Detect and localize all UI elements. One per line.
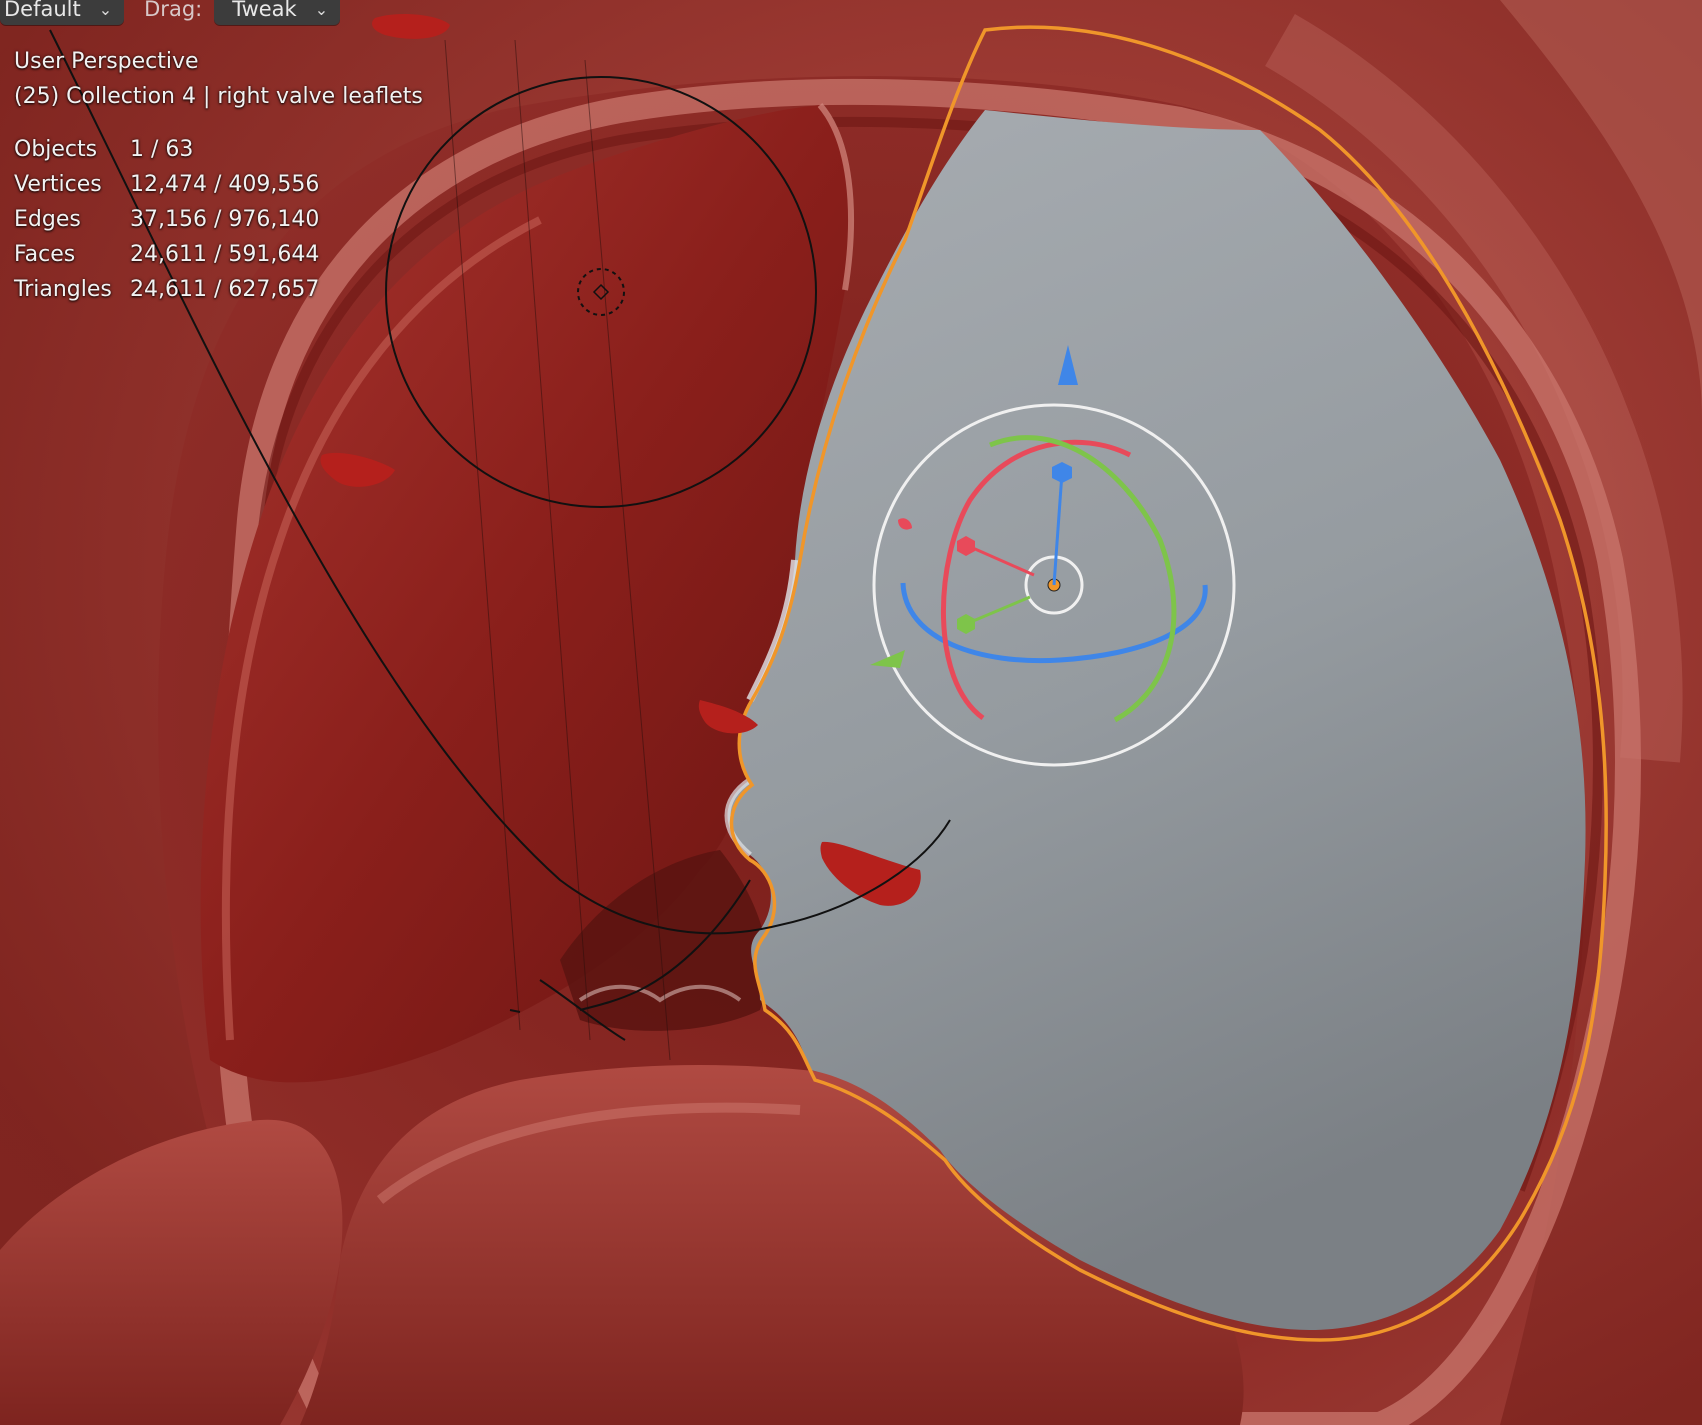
drag-label: Drag: (144, 0, 203, 21)
stat-label: Triangles (14, 277, 112, 302)
collection-info: (25) Collection 4 | right valve leaflets (14, 84, 423, 109)
stat-faces: Faces 24,611 / 591,644 (14, 237, 423, 272)
view-name: User Perspective (14, 49, 199, 74)
viewport-header: Default ⌄ Drag: Tweak ⌄ (0, 0, 341, 28)
scene-statistics: Objects 1 / 63 Vertices 12,474 / 409,556… (14, 132, 423, 307)
mode-dropdown[interactable]: Default ⌄ (0, 0, 125, 25)
stat-label: Faces (14, 242, 76, 267)
stat-edges: Edges 37,156 / 976,140 (14, 202, 423, 237)
stat-triangles: Triangles 24,611 / 627,657 (14, 272, 423, 307)
stat-label: Vertices (14, 172, 102, 197)
stat-value: 24,611 / 627,657 (130, 277, 320, 302)
chevron-down-icon: ⌄ (314, 0, 329, 19)
mode-dropdown-value: Default (4, 0, 81, 21)
stat-label: Objects (14, 137, 98, 162)
stat-value: 24,611 / 591,644 (130, 242, 320, 267)
stat-vertices: Vertices 12,474 / 409,556 (14, 167, 423, 202)
drag-dropdown[interactable]: Tweak ⌄ (214, 0, 341, 25)
stat-value: 1 / 63 (130, 137, 194, 162)
drag-dropdown-value: Tweak (232, 0, 297, 21)
stat-label: Edges (14, 207, 81, 232)
stat-value: 37,156 / 976,140 (130, 207, 320, 232)
viewport-info-overlay: User Perspective (25) Collection 4 | rig… (14, 44, 423, 307)
stat-value: 12,474 / 409,556 (130, 172, 320, 197)
stat-objects: Objects 1 / 63 (14, 132, 423, 167)
3d-viewport[interactable]: Default ⌄ Drag: Tweak ⌄ User Perspective… (0, 0, 1702, 1425)
chevron-down-icon: ⌄ (98, 0, 113, 19)
